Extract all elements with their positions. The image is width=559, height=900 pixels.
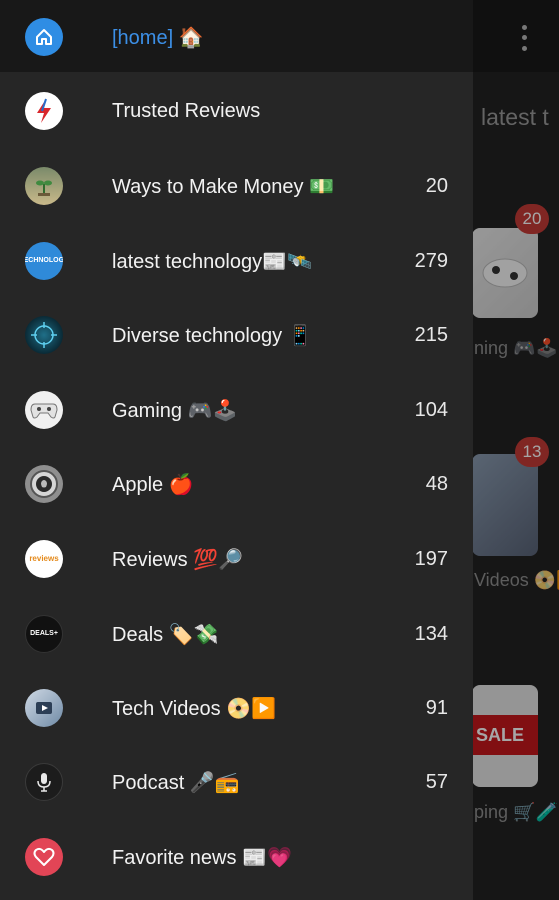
- drawer-item-favorite-news[interactable]: Favorite news 📰💗: [0, 820, 473, 894]
- drawer-item-label: Reviews 💯🔎: [112, 548, 243, 571]
- drawer-item-label: Tech Videos 📀▶️: [112, 697, 276, 720]
- deals-avatar-text: DEALS+: [30, 630, 58, 637]
- microphone-icon: [25, 763, 63, 801]
- drawer-item-count: 48: [425, 472, 448, 495]
- drawer-item-apple[interactable]: Apple 🍎 48: [0, 447, 473, 521]
- drawer-item-label: Ways to Make Money 💵: [112, 175, 335, 198]
- drawer-item-trusted-reviews[interactable]: Trusted Reviews: [0, 74, 473, 148]
- apple-icon: [25, 465, 63, 503]
- tech-icon: TECHNOLOGY: [25, 242, 63, 280]
- drawer-item-deals[interactable]: DEALS+ Deals 🏷️💸 134: [0, 597, 473, 671]
- drawer-item-count: 197: [414, 547, 448, 570]
- drawer-item-label: Gaming 🎮🕹️: [112, 399, 238, 422]
- tech-avatar-text: TECHNOLOGY: [25, 257, 63, 264]
- drawer-item-label: Apple 🍎: [112, 473, 194, 496]
- lightning-icon: [25, 92, 63, 130]
- drawer-item-label: latest technology📰🛰️: [112, 250, 312, 273]
- drawer-item-label: Diverse technology 📱: [112, 324, 313, 347]
- deals-icon: DEALS+: [25, 615, 63, 653]
- home-icon: [25, 18, 63, 56]
- drawer-item-home[interactable]: [home] 🏠: [0, 0, 473, 74]
- drawer-item-tech-videos[interactable]: Tech Videos 📀▶️ 91: [0, 671, 473, 745]
- plant-icon: [25, 167, 63, 205]
- circuit-icon: [25, 316, 63, 354]
- reviews-icon: reviews: [25, 540, 63, 578]
- drawer-item-reviews[interactable]: reviews Reviews 💯🔎 197: [0, 522, 473, 596]
- drawer-item-gaming[interactable]: Gaming 🎮🕹️ 104: [0, 373, 473, 447]
- heart-icon: [25, 838, 63, 876]
- drawer-item-count: 91: [425, 696, 448, 719]
- navigation-drawer: [home] 🏠 Trusted Reviews Ways to Make Mo…: [0, 0, 473, 900]
- drawer-item-count: 134: [414, 622, 448, 645]
- drawer-item-count: 279: [414, 249, 448, 272]
- drawer-item-latest-technology[interactable]: TECHNOLOGY latest technology📰🛰️ 279: [0, 224, 473, 298]
- drawer-item-label: Trusted Reviews: [112, 99, 261, 122]
- drawer-item-podcast[interactable]: Podcast 🎤📻 57: [0, 745, 473, 819]
- drawer-item-label: [home] 🏠: [112, 26, 204, 49]
- drawer-item-diverse-technology[interactable]: Diverse technology 📱 215: [0, 298, 473, 372]
- drawer-item-label: Deals 🏷️💸: [112, 623, 219, 646]
- drawer-item-count: 57: [425, 770, 448, 793]
- drawer-item-count: 104: [414, 398, 448, 421]
- drawer-item-label: Podcast 🎤📻: [112, 771, 240, 794]
- drawer-item-label: Favorite news 📰💗: [112, 846, 292, 869]
- drawer-item-count: 20: [425, 174, 448, 197]
- gamepad-icon: [25, 391, 63, 429]
- drawer-item-make-money[interactable]: Ways to Make Money 💵 20: [0, 149, 473, 223]
- video-icon: [25, 689, 63, 727]
- drawer-item-count: 215: [414, 323, 448, 346]
- reviews-avatar-text: reviews: [29, 554, 59, 563]
